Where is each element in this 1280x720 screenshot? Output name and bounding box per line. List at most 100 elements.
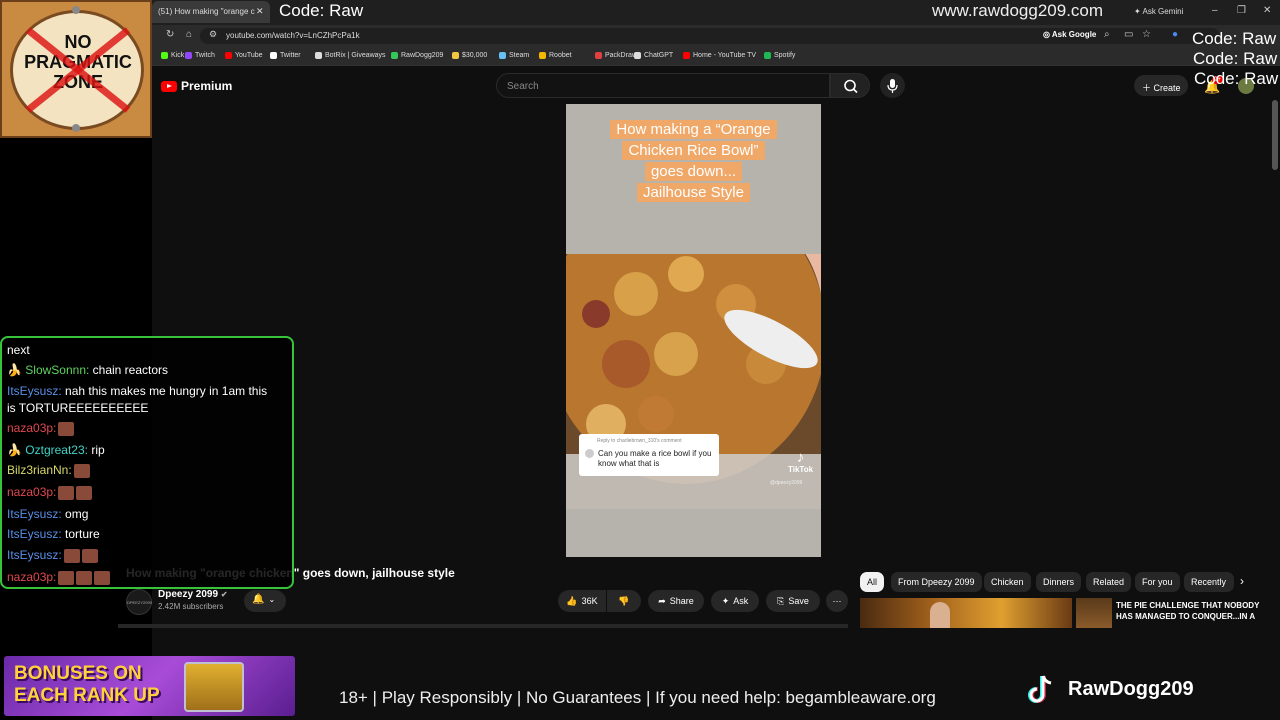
youtube-logo[interactable]: Premium xyxy=(161,79,232,93)
bookmark-item[interactable]: ChatGPT xyxy=(634,52,673,59)
bookmark-item[interactable]: Twitter xyxy=(270,52,301,59)
voice-search-button[interactable] xyxy=(880,73,905,98)
like-button[interactable]: 👍 36K xyxy=(558,590,606,612)
chip-related[interactable]: Related xyxy=(1086,572,1132,592)
bookmark-favicon-icon xyxy=(499,52,506,59)
chat-username: Oztgreat23: xyxy=(25,443,88,457)
bookmark-item[interactable]: Home - YouTube TV xyxy=(683,52,756,59)
chat-emote-icon xyxy=(58,421,75,436)
cross-out-icon xyxy=(25,27,131,113)
bookmark-item[interactable]: RawDogg209 xyxy=(391,52,443,59)
video-player[interactable]: How making a “Orange Chicken Rice Bowl” … xyxy=(566,104,821,557)
subscriber-count: 2.42M subscribers xyxy=(158,602,224,611)
recommendation-title[interactable]: THE PIE CHALLENGE THAT NOBODY HAS MANAGE… xyxy=(1116,600,1276,622)
ask-google-button[interactable]: ◎ Ask Google xyxy=(1043,30,1096,39)
chevron-right-icon[interactable]: › xyxy=(1240,574,1244,588)
search-button[interactable] xyxy=(830,73,870,98)
nail-icon xyxy=(72,124,80,132)
home-icon[interactable]: ⌂ xyxy=(186,29,192,40)
bookmark-label: ChatGPT xyxy=(644,52,674,59)
bookmark-favicon-icon xyxy=(539,52,546,59)
chat-emote-icon xyxy=(76,485,93,500)
zoom-icon[interactable]: ⌕ xyxy=(1104,29,1110,40)
chat-emote-icon xyxy=(81,548,98,563)
description-box-edge xyxy=(118,624,848,628)
share-label: Share xyxy=(669,596,694,606)
chip-chicken[interactable]: Chicken xyxy=(984,572,1031,592)
reply-header: Reply to charliebrown_310's comment xyxy=(597,438,682,444)
chip-dinners[interactable]: Dinners xyxy=(1036,572,1082,592)
bookmark-item[interactable]: YouTube xyxy=(225,52,263,59)
cast-icon[interactable]: ▭ xyxy=(1124,29,1133,40)
bookmark-item[interactable]: Spotify xyxy=(764,52,795,59)
youtube-play-icon xyxy=(161,80,177,92)
channel-avatar[interactable]: DPEEZY2099 xyxy=(126,589,152,615)
bookmark-item[interactable]: PackDraw xyxy=(595,52,637,59)
chat-username: naza03p: xyxy=(7,421,57,435)
bookmark-favicon-icon xyxy=(225,52,232,59)
chat-message: ItsEysusz: nah this makes me hungry in 1… xyxy=(7,383,267,399)
chat-emote-icon xyxy=(63,548,80,563)
bookmark-item[interactable]: Roobet xyxy=(539,52,572,59)
more-actions-button[interactable]: ⋯ xyxy=(826,590,848,612)
bookmark-label: YouTube xyxy=(235,52,263,59)
chip-all[interactable]: All xyxy=(860,572,885,592)
bookmark-favicon-icon xyxy=(764,52,771,59)
site-info-icon[interactable]: ⚙ xyxy=(209,29,217,40)
maximize-icon[interactable]: ❐ xyxy=(1237,5,1246,16)
tab-close-icon[interactable]: ✕ xyxy=(256,6,264,17)
bookmark-icon: ⎘ xyxy=(777,595,785,606)
ask-gemini-button[interactable]: ✦ Ask Gemini xyxy=(1134,7,1183,16)
bookmark-label: Home - YouTube TV xyxy=(693,52,757,59)
caption-line: goes down... xyxy=(644,162,743,181)
profile-icon[interactable]: ● xyxy=(1172,29,1178,40)
chip-recently[interactable]: Recently xyxy=(1184,572,1234,592)
chip-for-you[interactable]: For you xyxy=(1135,572,1180,592)
share-button[interactable]: ➦ Share xyxy=(648,590,704,612)
bookmark-favicon-icon xyxy=(595,52,602,59)
bookmark-favicon-icon xyxy=(634,52,641,59)
scrollbar-thumb[interactable] xyxy=(1272,100,1278,170)
bookmark-label: Spotify xyxy=(774,52,796,59)
bookmark-item[interactable]: $30,000 xyxy=(452,52,487,59)
bookmark-item[interactable]: BotRix | Giveaways xyxy=(315,52,386,59)
no-pragmatic-zone-logo: NO PRAGMATIC ZONE xyxy=(0,0,152,138)
tiktok-logo-icon xyxy=(1028,675,1052,703)
bookmark-label: Roobet xyxy=(549,52,572,59)
bookmark-label: Twitch xyxy=(195,52,215,59)
recommendation-channel-thumb[interactable] xyxy=(1076,598,1112,628)
save-button[interactable]: ⎘ Save xyxy=(766,590,820,612)
chat-message: naza03p: xyxy=(7,484,93,500)
chat-message: next xyxy=(7,342,30,358)
bookmark-favicon-icon xyxy=(161,52,168,59)
url-text[interactable]: youtube.com/watch?v=LnCZhPcPa1k xyxy=(226,31,360,40)
channel-name[interactable]: Dpeezy 2099 ✔ xyxy=(158,589,228,600)
browser-tab[interactable]: (51) How making "orange c xyxy=(152,1,270,23)
bookmark-item[interactable]: Kick xyxy=(161,52,184,59)
thumbnail-person xyxy=(930,602,950,628)
minimize-icon[interactable]: – xyxy=(1212,5,1218,16)
bookmark-item[interactable]: Steam xyxy=(499,52,529,59)
chevron-down-icon: ⌄ xyxy=(268,595,276,604)
search-input[interactable]: Search xyxy=(496,73,830,98)
create-button[interactable]: ＋ Create xyxy=(1134,75,1188,96)
reload-icon[interactable]: ↻ xyxy=(166,29,174,40)
bookmark-item[interactable]: Twitch xyxy=(185,52,215,59)
bookmark-star-icon[interactable]: ☆ xyxy=(1142,29,1151,40)
overlay-code-text: Code: Raw xyxy=(279,1,364,20)
subscribed-bell-button[interactable]: 🔔 ⌄ xyxy=(244,590,286,612)
save-label: Save xyxy=(788,596,809,606)
ask-button[interactable]: ✦ Ask xyxy=(711,590,759,612)
chat-text: chain reactors xyxy=(89,363,169,377)
chat-badge-icon: 🍌 xyxy=(7,363,26,377)
dislike-button[interactable]: 👎 xyxy=(607,590,641,612)
youtube-logo-text: Premium xyxy=(181,79,233,93)
recommendation-thumbnail[interactable] xyxy=(860,598,1072,628)
ask-label: Ask xyxy=(733,596,749,606)
bonus-text: BONUSES ON EACH RANK UP xyxy=(14,663,160,707)
bookmark-label: PackDraw xyxy=(605,52,637,59)
chat-message: ItsEysusz: xyxy=(7,547,98,563)
tiktok-label: TikTok xyxy=(788,465,814,474)
chip-from-dpeezy-2099[interactable]: From Dpeezy 2099 xyxy=(891,572,982,592)
window-close-icon[interactable]: ✕ xyxy=(1263,5,1271,16)
